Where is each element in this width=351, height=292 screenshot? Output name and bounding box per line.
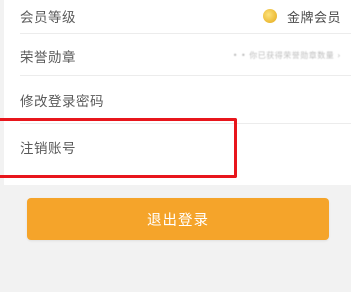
honor-badges-text: • • 你已获得荣誉勋章数量 › [232,50,341,60]
member-level-value: 金牌会员 [262,0,341,32]
logout-button-label: 退出登录 [147,212,209,229]
member-level-label: 会员等级 [20,10,76,26]
honor-badges-label: 荣誉勋章 [20,50,76,66]
member-level-text: 金牌会员 [286,10,341,26]
change-password-row[interactable]: 修改登录密码 [4,77,351,123]
change-password-label: 修改登录密码 [20,94,104,110]
honor-badges-value: • • 你已获得荣誉勋章数量 › [233,47,341,63]
medal-icon [262,9,277,23]
highlight-box [0,118,237,178]
logout-button[interactable]: 退出登录 [27,198,329,240]
divider [20,75,351,76]
